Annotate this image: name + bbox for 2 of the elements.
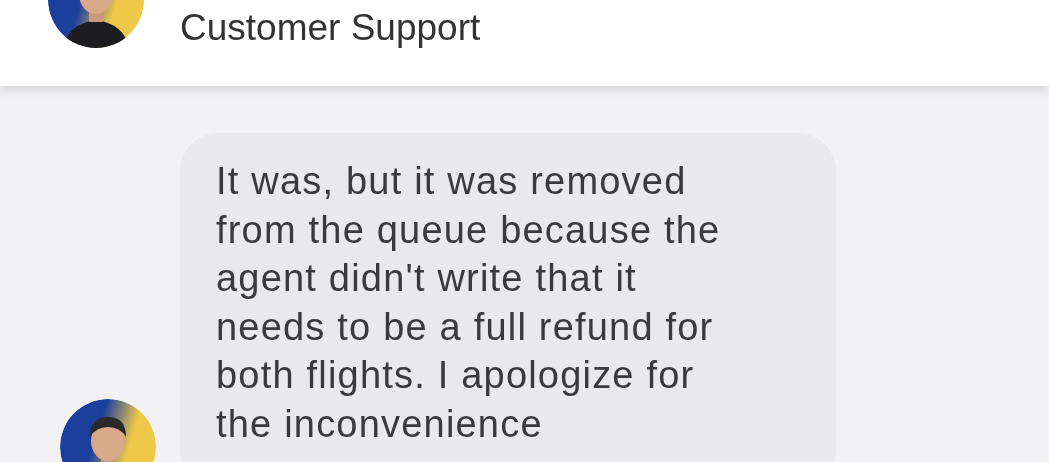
chat-title: Customer Support bbox=[180, 6, 481, 50]
message-bubble: It was, but it was removed from the queue because the agent didn't write that it needs to be a full refund for both flights. I apologize for the inconvenience bbox=[180, 133, 836, 462]
